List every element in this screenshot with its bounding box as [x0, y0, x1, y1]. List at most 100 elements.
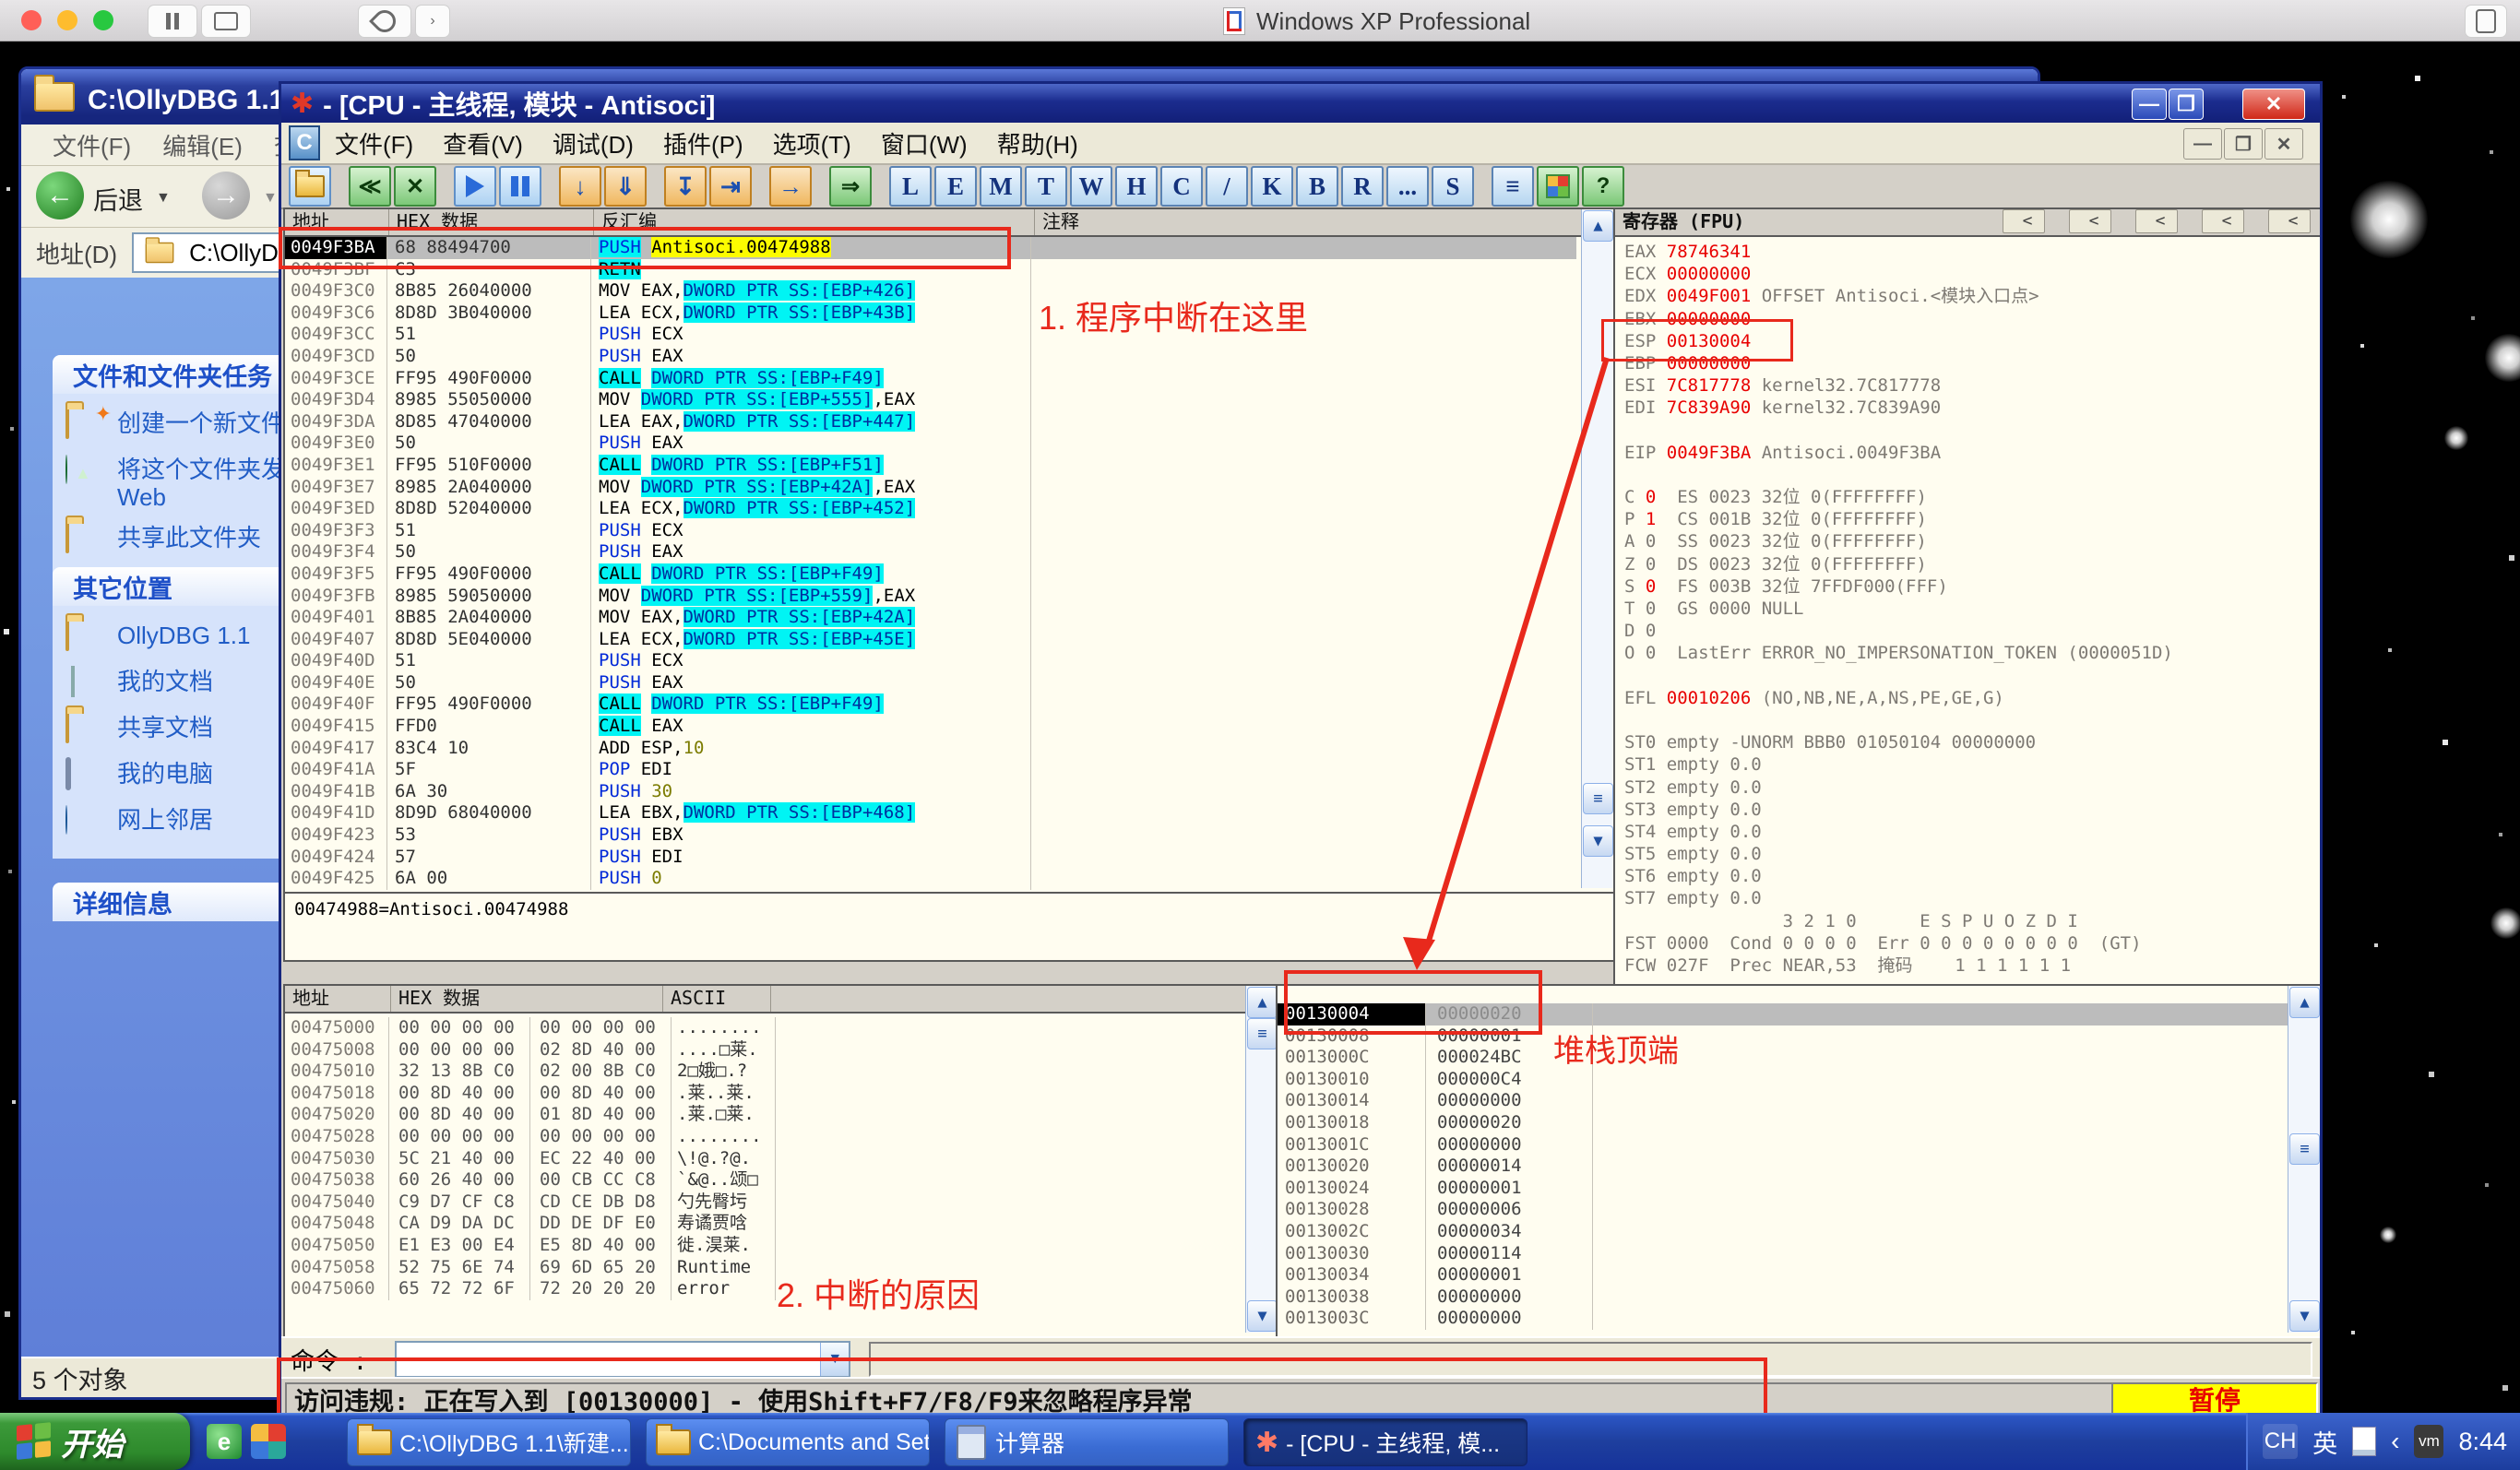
view-windows-button[interactable]: W: [1070, 166, 1112, 207]
view-callstack-button[interactable]: K: [1251, 166, 1293, 207]
scrollbar-thumb[interactable]: ≡: [1247, 1018, 1278, 1049]
taskbar-button[interactable]: ✱ - [CPU - 主线程, 模...: [1243, 1418, 1527, 1466]
register-line[interactable]: [1615, 709, 2320, 731]
open-file-button[interactable]: [289, 166, 331, 207]
menu-item[interactable]: 帮助(H): [997, 126, 1078, 160]
disasm-row[interactable]: 0049F3C0 8B85 26040000 MOV EAX,DWORD PTR S…: [285, 280, 1576, 302]
register-line[interactable]: FST 0000 Cond 0 0 0 0 Err 0 0 0 0 0 0 0 …: [1615, 932, 2320, 954]
tray-expand-icon[interactable]: ‹: [2391, 1427, 2399, 1456]
explorer-menu-item[interactable]: 编辑(E): [162, 128, 243, 162]
view-patches-button[interactable]: /: [1206, 166, 1248, 207]
disasm-row[interactable]: 0049F425 6A 00 PUSH 0: [285, 868, 1576, 890]
disassembly-scrollbar[interactable]: ▲ ≡ ▼: [1581, 209, 1613, 888]
restart-button[interactable]: ≪: [349, 166, 391, 207]
scroll-up-icon[interactable]: ▲: [1247, 987, 1278, 1018]
close-button[interactable]: ✕: [2242, 89, 2305, 120]
register-line[interactable]: ST7 empty 0.0: [1615, 887, 2320, 909]
disasm-row[interactable]: 0049F417 83C4 10 ADD ESP,10: [285, 737, 1576, 760]
dump-row[interactable]: 00475038 60 26 40 00 00 CB CC C8 `&@..颂□: [285, 1169, 1278, 1191]
view-breakpoints-button[interactable]: B: [1296, 166, 1338, 207]
dump-row[interactable]: 00475050 E1 E3 00 E4 E5 8D 40 00 徙.淏莱.: [285, 1234, 1278, 1257]
minimize-button[interactable]: —: [2132, 89, 2167, 120]
menu-item[interactable]: 插件(P): [663, 126, 743, 160]
dump-scrollbar[interactable]: ▲ ≡ ▼: [1245, 986, 1278, 1333]
vm-display-button[interactable]: [2465, 5, 2507, 38]
disasm-row[interactable]: 0049F3F3 51 PUSH ECX: [285, 519, 1576, 542]
taskbar-button[interactable]: C:\Documents and Set...: [646, 1418, 930, 1466]
scrollbar-thumb[interactable]: ≡: [2289, 1133, 2320, 1165]
dump-row[interactable]: 00475028 00 00 00 00 00 00 00 00........: [285, 1125, 1278, 1148]
back-dropdown-icon[interactable]: ▼: [156, 190, 171, 207]
view-log-button[interactable]: L: [889, 166, 932, 207]
disasm-row[interactable]: 0049F41A 5F POP EDI: [285, 759, 1576, 781]
dump-row[interactable]: 00475018 00 8D 40 00 00 8D 40 00 .莱..莱.: [285, 1082, 1278, 1105]
view-source-button[interactable]: S: [1432, 166, 1474, 207]
disasm-row[interactable]: 0049F3FB 8985 59050000 MOV DWORD PTR SS:[E…: [285, 585, 1576, 608]
register-line[interactable]: ECX 00000000: [1615, 263, 2320, 285]
register-view-toggle[interactable]: <: [2268, 209, 2311, 233]
disasm-row[interactable]: 0049F40E 50 PUSH EAX: [285, 671, 1576, 694]
disasm-row[interactable]: 0049F3F4 50 PUSH EAX: [285, 541, 1576, 563]
register-view-toggle[interactable]: <: [2003, 209, 2045, 233]
dump-row[interactable]: 00475010 32 13 8B C0 02 00 8B C0 2□娥□.?: [285, 1061, 1278, 1083]
taskbar-button[interactable]: 计算器: [945, 1418, 1229, 1466]
scroll-up-icon[interactable]: ▲: [1583, 210, 1613, 242]
mdi-close-button[interactable]: ✕: [2264, 128, 2303, 160]
stack-row[interactable]: 00130038 00000000: [1278, 1286, 2320, 1309]
register-line[interactable]: ST5 empty 0.0: [1615, 843, 2320, 865]
view-executables-button[interactable]: E: [934, 166, 977, 207]
register-line[interactable]: T 0 GS 0000 NULL: [1615, 598, 2320, 620]
forward-dropdown-icon[interactable]: ▼: [263, 190, 278, 207]
vm-tools-button[interactable]: [358, 5, 411, 38]
disasm-row[interactable]: 0049F3CC 51 PUSH ECX: [285, 324, 1576, 346]
stack-row[interactable]: 0013001C 00000000: [1278, 1133, 2320, 1156]
register-line[interactable]: ST2 empty 0.0: [1615, 776, 2320, 799]
trace-into-button[interactable]: ↧: [664, 166, 707, 207]
mac-zoom-button[interactable]: [93, 10, 113, 30]
scroll-down-icon[interactable]: ▼: [1247, 1300, 1278, 1332]
execute-till-return-button[interactable]: ⇒: [829, 166, 872, 207]
stack-pane[interactable]: 00130004 00000020 00130008 00000001 0013000C…: [1276, 984, 2320, 1338]
view-threads-button[interactable]: T: [1025, 166, 1067, 207]
taskbar-button[interactable]: C:\OllyDBG 1.1\新建...: [347, 1418, 631, 1466]
step-into-button[interactable]: ↓: [559, 166, 601, 207]
register-line[interactable]: EDX 0049F001 OFFSET Antisoci.<模块入口点>: [1615, 285, 2320, 307]
disasm-row[interactable]: 0049F3ED 8D8D 52040000 LEA ECX,DWORD PTR S…: [285, 498, 1576, 520]
register-line[interactable]: EAX 78746341: [1615, 241, 2320, 263]
disasm-row[interactable]: 0049F3E0 50 PUSH EAX: [285, 433, 1576, 455]
vm-expand-button[interactable]: ›: [415, 5, 450, 38]
disasm-row[interactable]: 0049F424 57 PUSH EDI: [285, 846, 1576, 869]
register-line[interactable]: ST1 empty 0.0: [1615, 753, 2320, 776]
stack-row[interactable]: 0013002C 00000034: [1278, 1220, 2320, 1243]
stack-row[interactable]: 0013003C 00000000: [1278, 1308, 2320, 1330]
disasm-row[interactable]: 0049F40F FF95 490F0000 CALL DWORD PTR SS:[…: [285, 694, 1576, 717]
register-line[interactable]: O 0 LastErr ERROR_NO_IMPERSONATION_TOKEN…: [1615, 642, 2320, 664]
register-line[interactable]: ST3 empty 0.0: [1615, 799, 2320, 821]
info-pane[interactable]: 00474988=Antisoci.00474988: [283, 892, 1615, 962]
disasm-row[interactable]: 0049F3C6 8D8D 3B040000 LEA ECX,DWORD PTR S…: [285, 302, 1576, 325]
vm-screenshot-button[interactable]: [201, 5, 251, 38]
disasm-row[interactable]: 0049F3CD 50 PUSH EAX: [285, 345, 1576, 368]
register-line[interactable]: [1615, 464, 2320, 486]
mac-minimize-button[interactable]: [57, 10, 77, 30]
pause-button[interactable]: [499, 166, 541, 207]
register-line[interactable]: A 0 SS 0023 32位 0(FFFFFFFF): [1615, 530, 2320, 552]
register-line[interactable]: 3 2 1 0 E S P U O Z D I: [1615, 910, 2320, 932]
view-handles-button[interactable]: H: [1115, 166, 1158, 207]
appearance-button[interactable]: [1537, 166, 1579, 207]
register-line[interactable]: EDI 7C839A90 kernel32.7C839A90: [1615, 397, 2320, 419]
register-line[interactable]: S 0 FS 003B 32位 7FFDF000(FFF): [1615, 575, 2320, 598]
dump-row[interactable]: 00475048 CA D9 DA DC DD DE DF E0 寿谲贾唅: [285, 1213, 1278, 1235]
disasm-row[interactable]: 0049F3D4 8985 55050000 MOV DWORD PTR SS:[E…: [285, 389, 1576, 411]
quicklaunch-media-icon[interactable]: [251, 1424, 286, 1459]
register-view-toggle[interactable]: <: [2069, 209, 2111, 233]
stack-scrollbar[interactable]: ▲ ≡ ▼: [2288, 986, 2320, 1333]
disasm-row[interactable]: 0049F415 FFD0 CALL EAX: [285, 716, 1576, 738]
view-runtrace-button[interactable]: ...: [1386, 166, 1429, 207]
tray-notes-icon[interactable]: [2352, 1427, 2377, 1456]
start-button[interactable]: 开始: [0, 1413, 190, 1470]
register-line[interactable]: ESI 7C817778 kernel32.7C817778: [1615, 374, 2320, 397]
run-button[interactable]: [454, 166, 496, 207]
mdi-restore-button[interactable]: ❒: [2224, 128, 2263, 160]
disasm-row[interactable]: 0049F407 8D8D 5E040000 LEA ECX,DWORD PTR S…: [285, 628, 1576, 651]
